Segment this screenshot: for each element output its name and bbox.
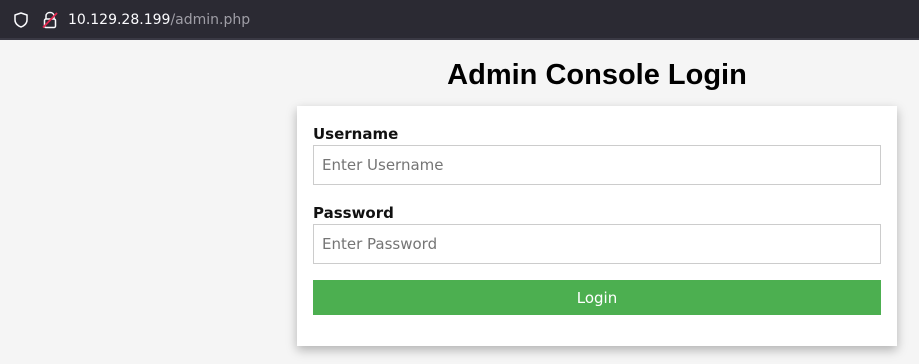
password-label: Password: [313, 204, 394, 222]
shield-icon[interactable]: [13, 12, 29, 28]
username-label: Username: [313, 125, 399, 143]
address-bar[interactable]: 10.129.28.199/admin.php: [68, 11, 250, 29]
browser-toolbar: 10.129.28.199/admin.php: [0, 0, 919, 40]
insecure-lock-icon[interactable]: [42, 11, 58, 29]
page-title: Admin Console Login: [447, 59, 747, 91]
login-form: Username Password Login: [297, 106, 897, 346]
password-input[interactable]: [313, 224, 881, 264]
url-path: /admin.php: [170, 12, 251, 28]
url-host: 10.129.28.199: [68, 12, 171, 28]
username-input[interactable]: [313, 145, 881, 185]
login-button[interactable]: Login: [313, 280, 881, 315]
